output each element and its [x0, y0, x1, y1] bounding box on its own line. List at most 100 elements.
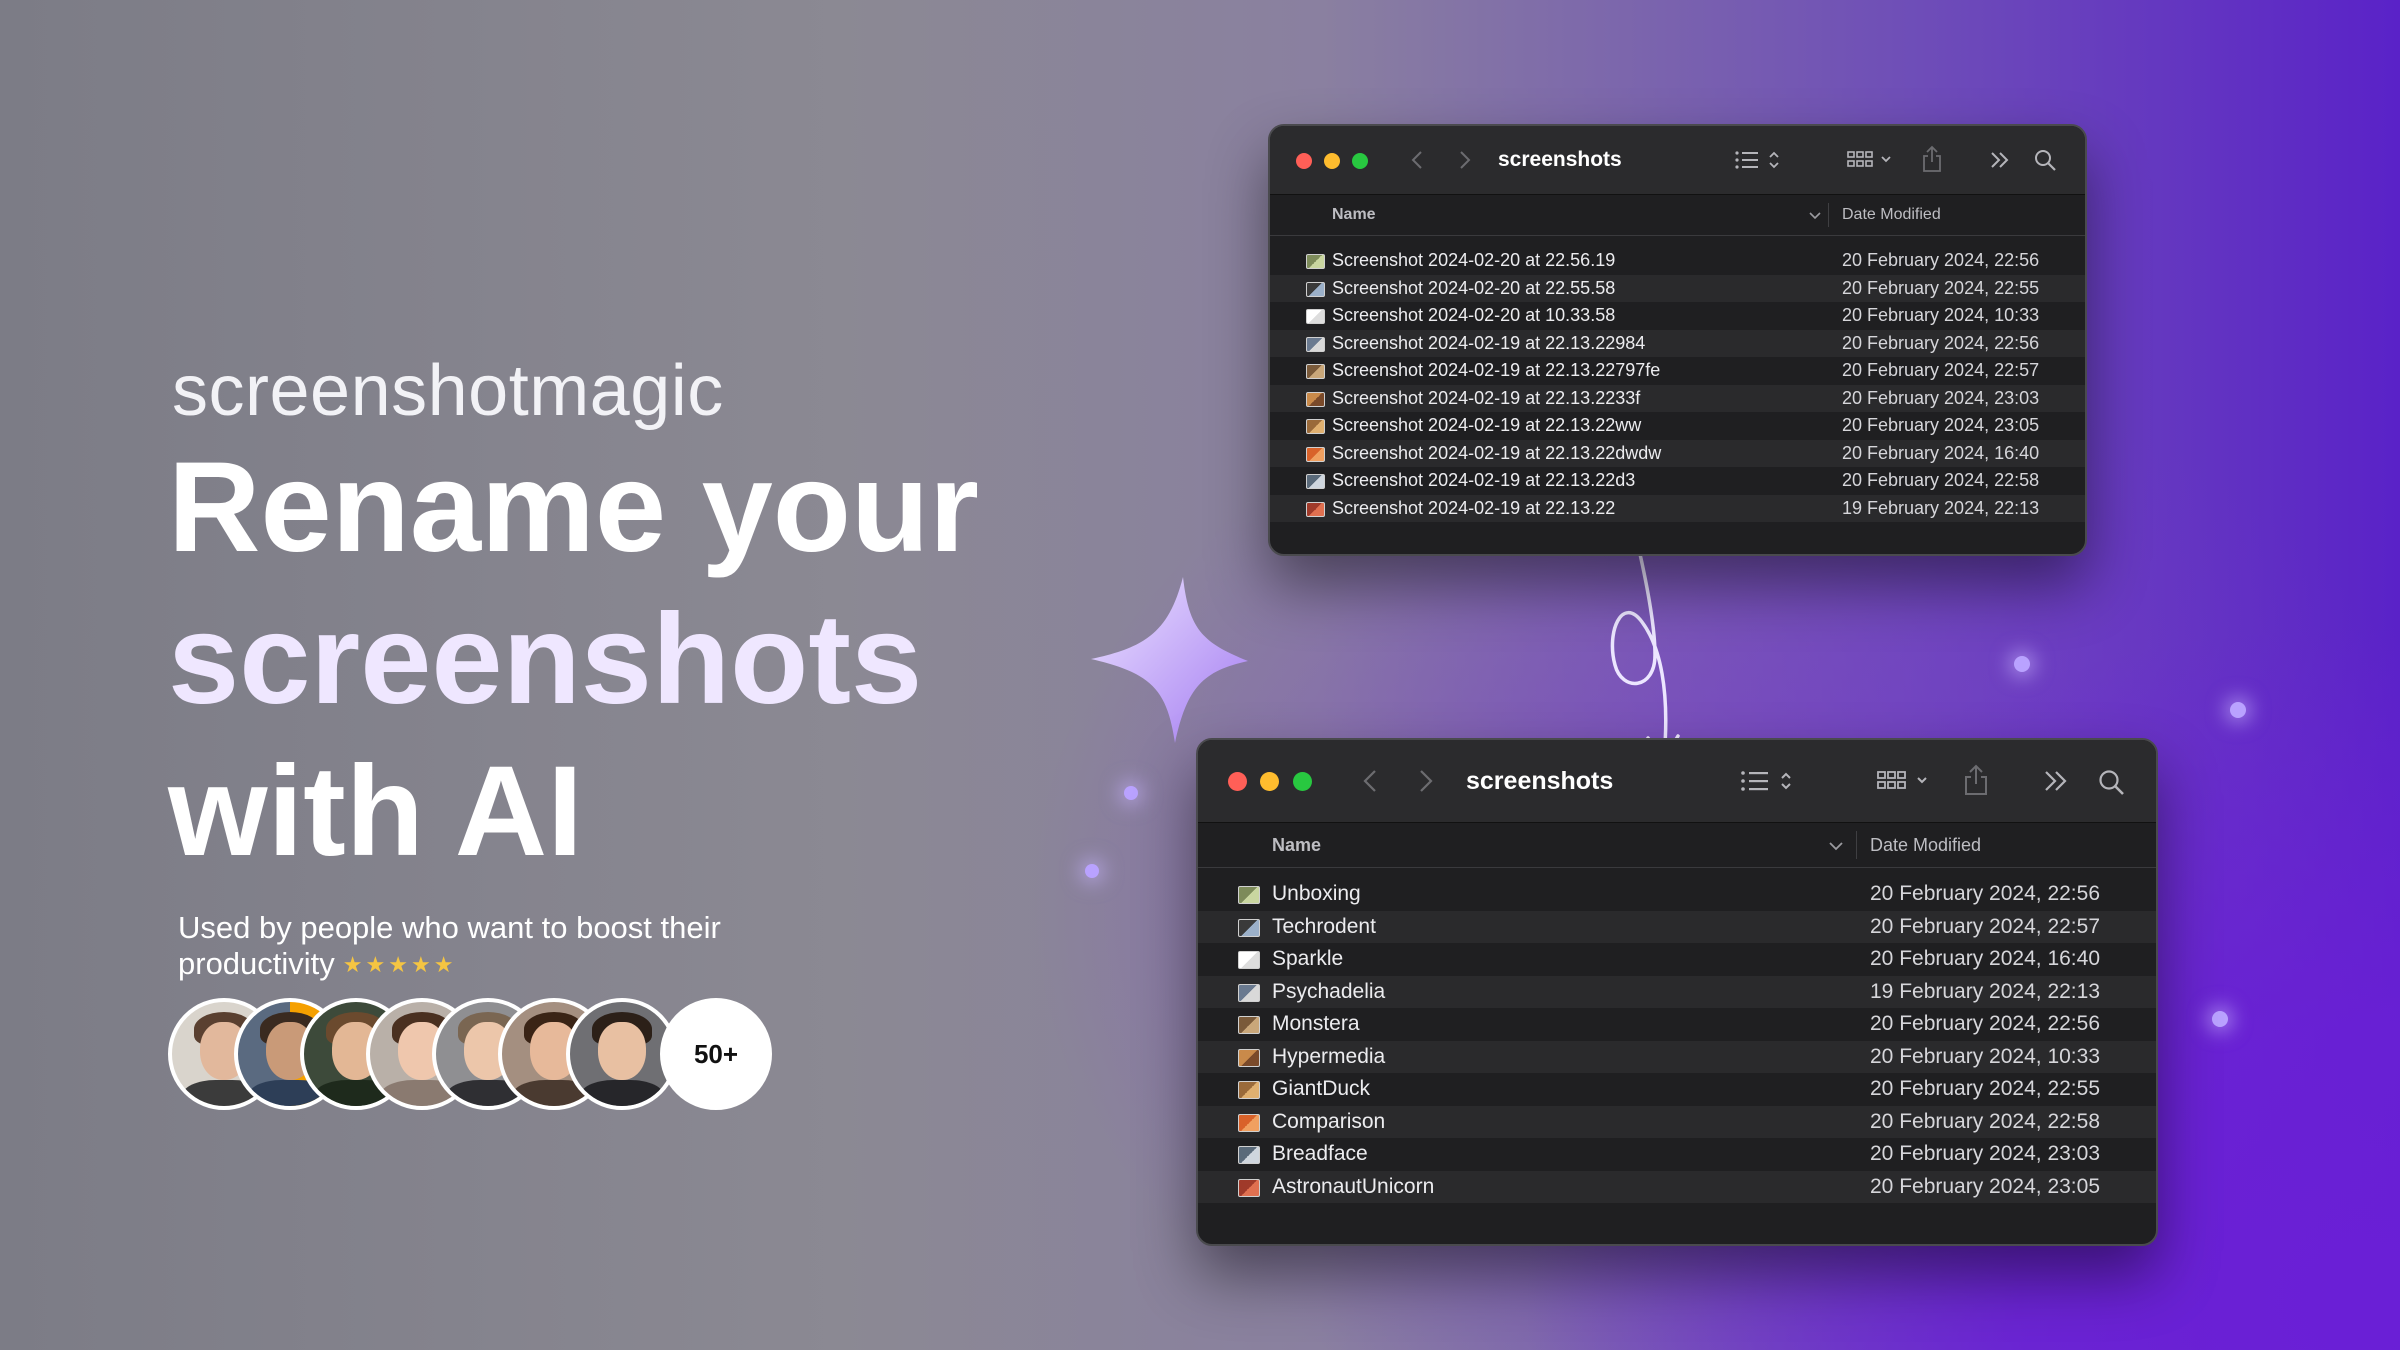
- back-arrow-icon[interactable]: [1406, 148, 1428, 172]
- column-header: Name Date Modified: [1270, 195, 2085, 236]
- image-thumbnail-icon: [1238, 1016, 1260, 1034]
- close-window-button[interactable]: [1296, 153, 1312, 169]
- image-thumbnail-icon: [1238, 983, 1260, 1002]
- file-date-modified: 20 February 2024, 16:40: [1870, 947, 2100, 971]
- file-list: Unboxing 20 February 2024, 22:56 Techroden…: [1198, 868, 2156, 1203]
- file-date-modified: 19 February 2024, 22:13: [1870, 979, 2100, 1003]
- column-name[interactable]: Name: [1332, 206, 1376, 224]
- file-row[interactable]: Screenshot 2024-02-19 at 22.13.22 19 Febr…: [1270, 494, 2085, 522]
- file-date-modified: 20 February 2024, 10:33: [1842, 305, 2040, 326]
- file-row[interactable]: Screenshot 2024-02-20 at 10.33.58 20 Febr…: [1270, 302, 2085, 330]
- window-toolbar: screenshots: [1198, 740, 2156, 823]
- share-icon[interactable]: [1962, 763, 1990, 797]
- image-thumbnail-icon: [1306, 419, 1325, 434]
- image-thumbnail-icon: [1306, 501, 1325, 517]
- file-row[interactable]: Screenshot 2024-02-20 at 22.56.19 20 Febr…: [1270, 247, 2085, 275]
- more-chevrons-icon[interactable]: [1988, 148, 2012, 172]
- file-row[interactable]: Monstera 20 February 2024, 22:56: [1198, 1008, 2156, 1041]
- search-icon[interactable]: [2096, 767, 2126, 797]
- minimize-window-button[interactable]: [1260, 772, 1279, 791]
- file-date-modified: 20 February 2024, 22:57: [1870, 914, 2100, 938]
- file-name: Techrodent: [1272, 914, 1376, 938]
- zoom-window-button[interactable]: [1352, 153, 1368, 169]
- file-row[interactable]: Comparison 20 February 2024, 22:58: [1198, 1105, 2156, 1138]
- forward-arrow-icon[interactable]: [1454, 148, 1476, 172]
- file-row[interactable]: AstronautUnicorn 20 February 2024, 23:05: [1198, 1170, 2156, 1203]
- file-date-modified: 20 February 2024, 22:58: [1870, 1109, 2100, 1133]
- file-date-modified: 20 February 2024, 22:56: [1842, 250, 2040, 271]
- image-thumbnail-icon: [1238, 1146, 1260, 1164]
- rating-stars: ★★★★★: [342, 952, 457, 977]
- file-date-modified: 19 February 2024, 22:13: [1842, 497, 2040, 518]
- file-date-modified: 20 February 2024, 23:05: [1870, 1174, 2100, 1198]
- file-name: Screenshot 2024-02-19 at 22.13.22ww: [1332, 415, 1642, 436]
- forward-arrow-icon[interactable]: [1414, 768, 1438, 794]
- headline-line-1: Rename your: [168, 436, 979, 579]
- window-title: screenshots: [1498, 148, 1622, 171]
- column-name[interactable]: Name: [1272, 835, 1321, 856]
- image-thumbnail-icon: [1238, 886, 1260, 904]
- more-chevrons-icon[interactable]: [2042, 768, 2070, 794]
- file-row[interactable]: Screenshot 2024-02-19 at 22.13.22984 20 F…: [1270, 329, 2085, 357]
- minimize-window-button[interactable]: [1324, 153, 1340, 169]
- image-thumbnail-icon: [1238, 951, 1260, 969]
- share-icon[interactable]: [1920, 144, 1944, 174]
- list-view-icon[interactable]: [1738, 768, 1798, 794]
- sort-chevron-icon[interactable]: [1808, 211, 1822, 221]
- zoom-window-button[interactable]: [1293, 772, 1312, 791]
- file-name: Unboxing: [1272, 882, 1361, 906]
- glow-dot: [2014, 656, 2030, 672]
- file-name: Comparison: [1272, 1109, 1386, 1133]
- file-name: Screenshot 2024-02-19 at 22.13.22: [1332, 497, 1616, 518]
- file-date-modified: 20 February 2024, 22:58: [1842, 470, 2040, 491]
- file-date-modified: 20 February 2024, 22:56: [1870, 882, 2100, 906]
- sort-chevron-icon[interactable]: [1828, 841, 1844, 851]
- file-date-modified: 20 February 2024, 22:57: [1842, 360, 2040, 381]
- column-date-modified[interactable]: Date Modified: [1870, 835, 1981, 856]
- image-thumbnail-icon: [1238, 1178, 1260, 1197]
- file-name: Screenshot 2024-02-19 at 22.13.22dwdw: [1332, 442, 1662, 463]
- back-arrow-icon[interactable]: [1358, 768, 1382, 794]
- file-row[interactable]: Screenshot 2024-02-19 at 22.13.22d3 20 Fe…: [1270, 467, 2085, 495]
- file-name: Hypermedia: [1272, 1044, 1386, 1068]
- group-view-icon[interactable]: [1874, 768, 1936, 794]
- file-date-modified: 20 February 2024, 23:03: [1842, 387, 2040, 408]
- headline-line-3: with AI: [168, 740, 583, 883]
- file-name: Screenshot 2024-02-20 at 10.33.58: [1332, 305, 1616, 326]
- user-avatars: 50+: [168, 998, 772, 1110]
- file-name: Screenshot 2024-02-19 at 22.13.22984: [1332, 332, 1646, 353]
- file-date-modified: 20 February 2024, 10:33: [1870, 1044, 2100, 1068]
- image-thumbnail-icon: [1306, 364, 1325, 379]
- glow-dot: [1124, 786, 1138, 800]
- image-thumbnail-icon: [1238, 1113, 1260, 1132]
- file-row[interactable]: Screenshot 2024-02-19 at 22.13.22ww 20 Fe…: [1270, 412, 2085, 440]
- file-row[interactable]: Screenshot 2024-02-19 at 22.13.22797fe 20…: [1270, 357, 2085, 385]
- file-name: GiantDuck: [1272, 1077, 1371, 1101]
- file-row[interactable]: Unboxing 20 February 2024, 22:56: [1198, 878, 2156, 911]
- file-name: Screenshot 2024-02-19 at 22.13.2233f: [1332, 387, 1641, 408]
- file-list: Screenshot 2024-02-20 at 22.56.19 20 Febr…: [1270, 236, 2085, 522]
- group-view-icon[interactable]: [1844, 148, 1898, 172]
- file-row[interactable]: Breadface 20 February 2024, 23:03: [1198, 1138, 2156, 1171]
- search-icon[interactable]: [2032, 147, 2058, 173]
- column-date-modified[interactable]: Date Modified: [1842, 206, 1941, 224]
- finder-window-after: screenshots Name Date Modified Unboxing 2…: [1196, 738, 2158, 1246]
- file-name: Screenshot 2024-02-19 at 22.13.22d3: [1332, 470, 1636, 491]
- file-row[interactable]: Screenshot 2024-02-20 at 22.55.58 20 Febr…: [1270, 274, 2085, 302]
- file-row[interactable]: GiantDuck 20 February 2024, 22:55: [1198, 1073, 2156, 1106]
- file-row[interactable]: Screenshot 2024-02-19 at 22.13.2233f 20 F…: [1270, 384, 2085, 412]
- file-row[interactable]: Sparkle 20 February 2024, 16:40: [1198, 943, 2156, 976]
- file-row[interactable]: Screenshot 2024-02-19 at 22.13.22dwdw 20 …: [1270, 439, 2085, 467]
- file-name: Screenshot 2024-02-20 at 22.56.19: [1332, 250, 1616, 271]
- file-row[interactable]: Hypermedia 20 February 2024, 10:33: [1198, 1040, 2156, 1073]
- image-thumbnail-icon: [1306, 474, 1325, 489]
- file-name: Screenshot 2024-02-20 at 22.55.58: [1332, 277, 1616, 298]
- file-row[interactable]: Psychadelia 19 February 2024, 22:13: [1198, 975, 2156, 1008]
- list-view-icon[interactable]: [1732, 148, 1784, 172]
- image-thumbnail-icon: [1306, 281, 1325, 297]
- file-row[interactable]: Techrodent 20 February 2024, 22:57: [1198, 910, 2156, 943]
- headline-line-2: screenshots: [168, 588, 923, 731]
- file-name: Sparkle: [1272, 947, 1344, 971]
- image-thumbnail-icon: [1238, 1048, 1260, 1067]
- close-window-button[interactable]: [1228, 772, 1247, 791]
